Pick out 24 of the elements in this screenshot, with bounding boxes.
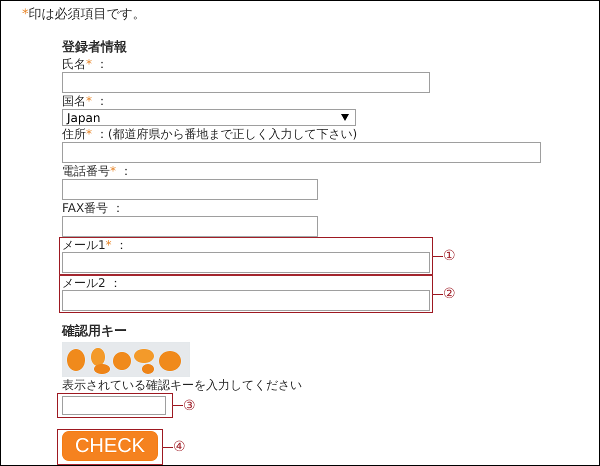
field-label: 住所* ：(都道府県から番地まで正しく入力して下さい) bbox=[62, 126, 358, 142]
callout-number: ③ bbox=[183, 398, 196, 412]
section-title: 確認用キー bbox=[62, 324, 128, 340]
input-field[interactable] bbox=[62, 179, 318, 200]
callout-number: ④ bbox=[173, 440, 186, 454]
field-label: 国名* ： bbox=[62, 93, 109, 109]
input-field[interactable] bbox=[62, 290, 430, 311]
input-field[interactable] bbox=[62, 142, 541, 163]
callout-number: ② bbox=[443, 287, 456, 301]
country-select[interactable]: Japan bbox=[62, 109, 356, 126]
instruction-text: 表示されている確認キーを入力してください bbox=[62, 378, 303, 393]
required-note: *印は必須項目です。 bbox=[22, 7, 146, 23]
input-field[interactable] bbox=[62, 216, 318, 237]
caret-icon bbox=[341, 114, 349, 121]
field-label: メール2 ： bbox=[62, 276, 122, 290]
callout-number: ① bbox=[443, 249, 456, 263]
input-field[interactable] bbox=[62, 252, 430, 273]
field-label: メール1* ： bbox=[62, 238, 128, 252]
field-label: 電話番号* ： bbox=[62, 163, 133, 179]
field-label: 氏名* ： bbox=[62, 56, 109, 72]
section-title: 登録者情報 bbox=[62, 40, 128, 56]
field-label: FAX番号 ： bbox=[62, 200, 126, 216]
input-field[interactable] bbox=[62, 396, 166, 415]
input-field[interactable] bbox=[62, 72, 430, 93]
